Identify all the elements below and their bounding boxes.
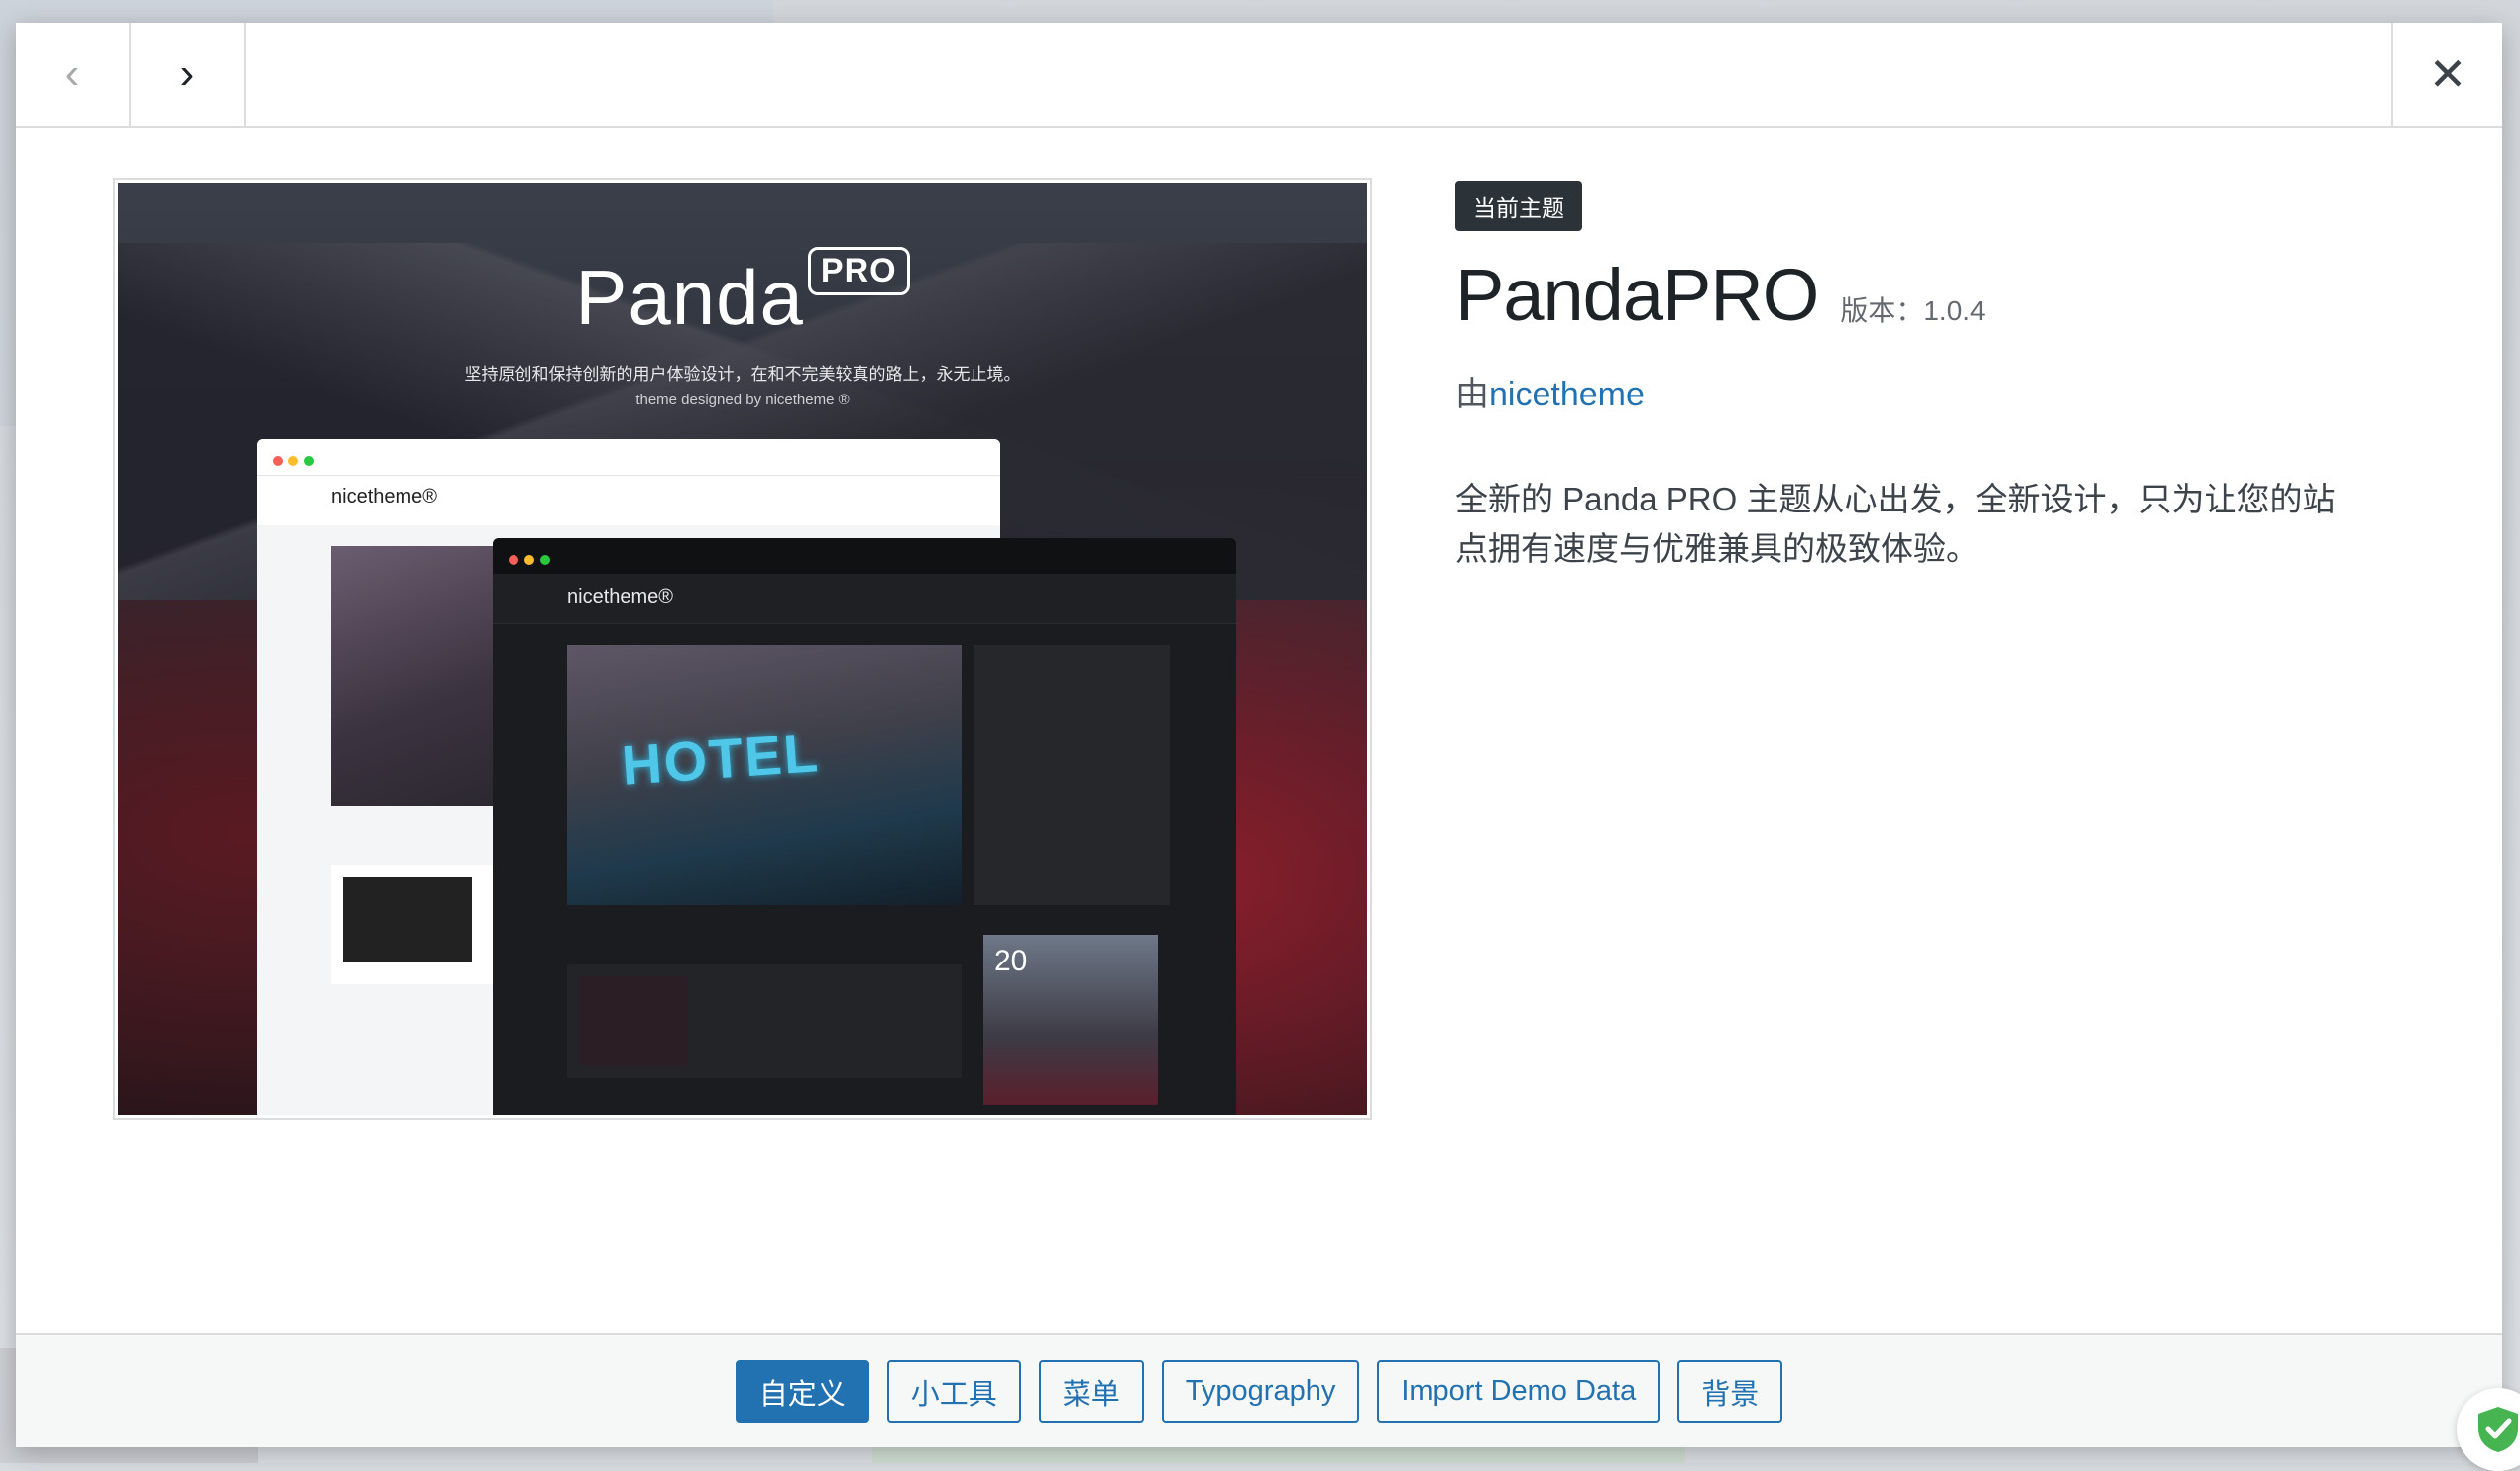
mock-logo: nicetheme® [331, 486, 438, 508]
dark-mode-mockup: nicetheme® HOTEL 20 [493, 538, 1236, 1115]
theme-details-modal: ‹ › ✕ Panda PRO 坚持原创和保持创新的用户体验设计，在和不完美较真的… [16, 23, 2502, 1447]
window-dots [509, 552, 556, 570]
previous-theme-button[interactable]: ‹ [16, 23, 131, 126]
widgets-button[interactable]: 小工具 [886, 1359, 1021, 1423]
close-button[interactable]: ✕ [2391, 23, 2502, 126]
theme-actions: 自定义 小工具 菜单 Typography Import Demo Data 背… [16, 1333, 2502, 1447]
theme-version: 版本：1.0.4 [1840, 295, 1986, 326]
theme-name-line: PandaPRO 版本：1.0.4 [1455, 253, 2447, 337]
screenshot-credit: theme designed by nicetheme ® [635, 392, 850, 408]
author-prefix: 由 [1455, 376, 1489, 413]
background-button[interactable]: 背景 [1677, 1359, 1783, 1423]
theme-info: 当前主题 PandaPRO 版本：1.0.4 由nicetheme 全新的 Pan… [1455, 181, 2447, 573]
customize-button[interactable]: 自定义 [735, 1359, 869, 1423]
mock-post-thumb [343, 877, 472, 962]
chevron-left-icon: ‹ [64, 50, 80, 98]
theme-name: PandaPRO [1455, 254, 1819, 336]
mock-day-number: 20 [994, 945, 1028, 977]
import-demo-data-button[interactable]: Import Demo Data [1377, 1359, 1661, 1423]
browser-bar [493, 538, 1236, 574]
theme-screenshot-image: Panda PRO 坚持原创和保持创新的用户体验设计，在和不完美较真的路上，永无止… [118, 183, 1367, 1115]
theme-author: 由nicetheme [1455, 367, 2447, 415]
modal-header: ‹ › ✕ [16, 23, 2502, 128]
next-theme-button[interactable]: › [131, 23, 246, 126]
theme-screenshot: Panda PRO 坚持原创和保持创新的用户体验设计，在和不完美较真的路上，永无止… [113, 178, 1372, 1120]
screenshot-tagline: 坚持原创和保持创新的用户体验设计，在和不完美较真的路上，永无止境。 [464, 365, 1021, 384]
mock-nav: nicetheme® [257, 476, 1000, 525]
author-link[interactable]: nicetheme [1489, 376, 1645, 413]
screenshot-brand: Panda PRO [118, 247, 1367, 343]
mock-post-card [331, 865, 500, 984]
close-icon: ✕ [2428, 49, 2467, 100]
mock-nav: nicetheme® [493, 574, 1236, 624]
browser-bar [257, 439, 1000, 476]
hotel-sign: HOTEL [620, 721, 822, 797]
typography-button[interactable]: Typography [1161, 1359, 1360, 1423]
mock-side-post [974, 645, 1170, 905]
brand-text: Panda [575, 254, 804, 341]
mock-post-row [567, 964, 962, 1078]
current-theme-badge: 当前主题 [1455, 181, 1582, 231]
mock-featured-image [331, 546, 500, 806]
mock-post-thumb [579, 976, 688, 1066]
shield-check-icon [2478, 1407, 2518, 1452]
theme-description: 全新的 Panda PRO 主题从心出发，全新设计，只为让您的站点拥有速度与优雅… [1455, 481, 2336, 567]
chevron-right-icon: › [179, 50, 195, 98]
window-dots [273, 453, 320, 471]
menus-button[interactable]: 菜单 [1038, 1359, 1144, 1423]
brand-pro-badge: PRO [807, 247, 910, 295]
mock-logo: nicetheme® [567, 586, 674, 608]
